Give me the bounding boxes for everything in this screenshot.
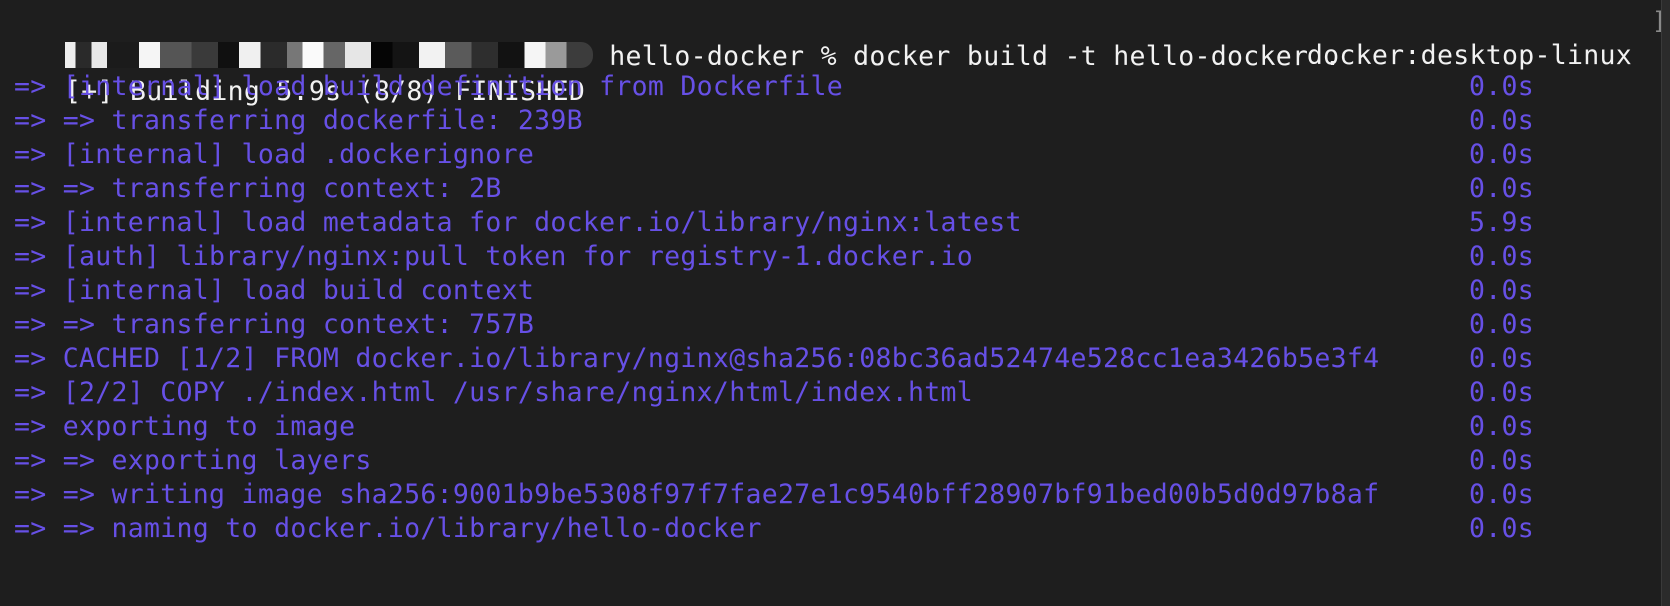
build-step: => [auth] library/nginx:pull token for r… xyxy=(14,240,1534,274)
build-step: => => transferring context: 2B 0.0s xyxy=(14,172,1534,206)
terminal-window[interactable]: hello-docker % docker build -t hello-doc… xyxy=(0,0,1670,606)
step-text: => => transferring dockerfile: 239B xyxy=(14,105,583,136)
build-step: => => exporting layers 0.0s xyxy=(14,444,1534,478)
prompt-line: hello-docker % docker build -t hello-doc… xyxy=(0,3,1341,72)
step-duration: 0.0s xyxy=(1468,105,1534,136)
step-text: => => writing image sha256:9001b9be5308f… xyxy=(14,479,1380,510)
build-step: => [internal] load build context 0.0s xyxy=(14,274,1534,308)
build-step: => => writing image sha256:9001b9be5308f… xyxy=(14,478,1534,512)
step-duration: 0.0s xyxy=(1468,71,1534,102)
step-duration: 0.0s xyxy=(1468,343,1534,374)
step-text: => [internal] load build definition from… xyxy=(14,71,843,102)
build-step: => => transferring dockerfile: 239B 0.0s xyxy=(14,104,1534,138)
step-text: => CACHED [1/2] FROM docker.io/library/n… xyxy=(14,343,1380,374)
step-text: => [internal] load build context xyxy=(14,275,535,306)
build-step: => [internal] load .dockerignore 0.0s xyxy=(14,138,1534,172)
step-text: => => transferring context: 757B xyxy=(14,309,535,340)
step-text: => => transferring context: 2B xyxy=(14,173,502,204)
step-duration: 0.0s xyxy=(1468,513,1534,544)
step-duration: 0.0s xyxy=(1468,173,1534,204)
step-duration: 0.0s xyxy=(1468,411,1534,442)
step-duration: 0.0s xyxy=(1468,479,1534,510)
build-step: => => transferring context: 757B 0.0s xyxy=(14,308,1534,342)
step-text: => => exporting layers xyxy=(14,445,372,476)
step-duration: 5.9s xyxy=(1468,207,1534,238)
step-text: => [2/2] COPY ./index.html /usr/share/ng… xyxy=(14,377,974,408)
step-duration: 0.0s xyxy=(1468,445,1534,476)
build-step: => [internal] load build definition from… xyxy=(14,70,1534,104)
step-text: => [auth] library/nginx:pull token for r… xyxy=(14,241,974,272)
step-text: => [internal] load metadata for docker.i… xyxy=(14,207,1022,238)
step-duration: 0.0s xyxy=(1468,275,1534,306)
builder-name: docker:desktop-linux xyxy=(1306,40,1632,71)
build-step: => [internal] load metadata for docker.i… xyxy=(14,206,1534,240)
vertical-scrollbar[interactable] xyxy=(1661,0,1670,606)
build-step: => exporting to image 0.0s xyxy=(14,410,1534,444)
step-text: => => naming to docker.io/library/hello-… xyxy=(14,513,762,544)
step-duration: 0.0s xyxy=(1468,377,1534,408)
step-duration: 0.0s xyxy=(1468,139,1534,170)
step-duration: 0.0s xyxy=(1468,241,1534,272)
step-duration: 0.0s xyxy=(1468,309,1534,340)
build-header-line: [+] Building 5.9s (8/8) FINISHED docker:… xyxy=(0,38,1632,107)
step-text: => exporting to image xyxy=(14,411,356,442)
step-text: => [internal] load .dockerignore xyxy=(14,139,535,170)
build-step: => CACHED [1/2] FROM docker.io/library/n… xyxy=(14,342,1534,376)
build-step: => [2/2] COPY ./index.html /usr/share/ng… xyxy=(14,376,1534,410)
build-step: => => naming to docker.io/library/hello-… xyxy=(14,512,1534,546)
